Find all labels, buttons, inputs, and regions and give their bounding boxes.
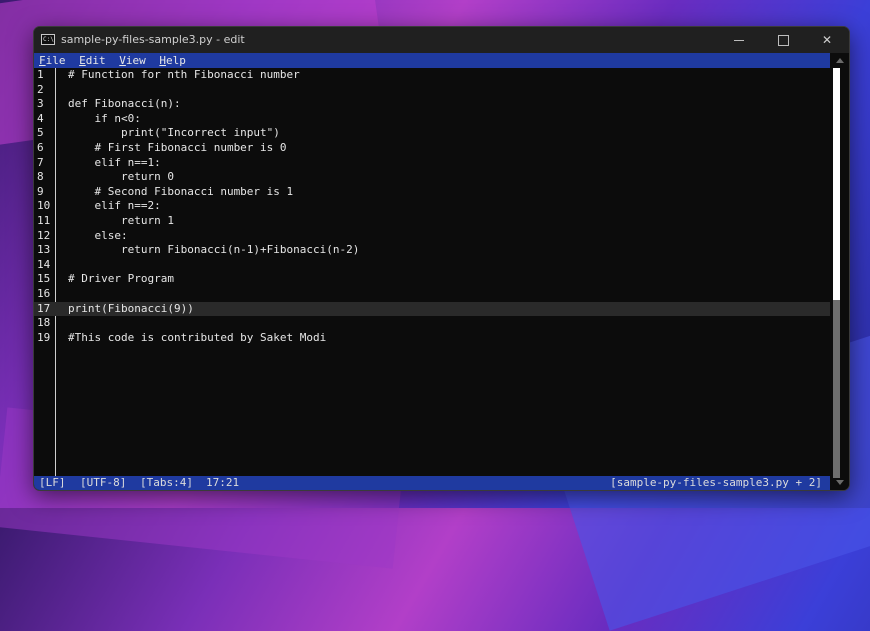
line-number: 5 (37, 126, 44, 140)
code-line[interactable]: 19 #This code is contributed by Saket Mod… (34, 331, 830, 345)
line-number: 16 (37, 287, 51, 300)
code-line[interactable]: 17 print(Fibonacci(9)) (34, 301, 830, 316)
line-text: #This code is contributed by Saket Modi (68, 330, 327, 344)
line-text: # Second Fibonacci number is 1 (68, 184, 294, 198)
line-number: 10 (37, 199, 51, 213)
menu-edit[interactable]: Edit (79, 53, 106, 68)
close-icon: ✕ (821, 33, 833, 47)
scrollbar-thumb[interactable] (833, 68, 840, 300)
code-line[interactable]: 5 print("Incorrect input") (34, 126, 830, 140)
encoding-status[interactable]: [UTF-8] (80, 476, 126, 490)
menu-bar: File Edit View Help (34, 53, 830, 68)
tabs-status[interactable]: [Tabs:4] (140, 476, 193, 490)
line-text: def Fibonacci(n): (68, 97, 181, 111)
code-line[interactable]: 4 if n<0: (34, 112, 830, 126)
scroll-up-icon[interactable] (836, 58, 844, 63)
line-number: 13 (37, 243, 51, 257)
line-number: 12 (37, 228, 51, 242)
line-text: elif n==2: (68, 199, 161, 213)
code-line[interactable]: 3 def Fibonacci(n): (34, 97, 830, 111)
code-line[interactable]: 15 # Driver Program (34, 272, 830, 286)
code-line[interactable]: 9 # Second Fibonacci number is 1 (34, 185, 830, 199)
line-text: elif n==1: (68, 155, 161, 169)
line-ending-status[interactable]: [LF] (39, 476, 66, 490)
open-files-status[interactable]: [sample-py-files-sample3.py + 2] (610, 476, 822, 490)
line-number: 9 (37, 184, 44, 198)
close-button[interactable]: ✕ (805, 27, 849, 53)
line-number: 11 (37, 214, 51, 227)
code-line[interactable]: 6 # First Fibonacci number is 0 (34, 141, 830, 155)
code-line[interactable]: 7 elif n==1: (34, 156, 830, 170)
code-line[interactable]: 14 (34, 258, 830, 272)
code-line[interactable]: 2 (34, 83, 830, 97)
menu-view[interactable]: View (119, 53, 146, 68)
code-line[interactable]: 8 return 0 (34, 170, 830, 184)
cursor-position: 17:21 (206, 476, 240, 489)
line-text: return Fibonacci(n-1)+Fibonacci(n-2) (68, 243, 360, 257)
code-line[interactable]: 13 return Fibonacci(n-1)+Fibonacci(n-2) (34, 243, 830, 257)
line-text: # Driver Program (68, 272, 174, 286)
line-text: return 1 (68, 214, 174, 227)
line-number: 8 (37, 170, 44, 184)
minimize-button[interactable] (717, 27, 761, 53)
code-line[interactable]: 16 (34, 287, 830, 301)
line-text: # First Fibonacci number is 0 (68, 141, 287, 154)
terminal-icon: C:\ (41, 34, 55, 45)
code-line[interactable]: 11 return 1 (34, 214, 830, 228)
code-line[interactable]: 1 # Function for nth Fibonacci number (34, 68, 830, 82)
code-line[interactable]: 10 elif n==2: (34, 199, 830, 213)
line-text: if n<0: (68, 111, 141, 125)
menu-help[interactable]: Help (159, 53, 186, 68)
line-number: 18 (37, 316, 51, 330)
line-number: 7 (37, 155, 44, 169)
vertical-scrollbar[interactable] (830, 53, 849, 490)
window-title: sample-py-files-sample3.py - edit (61, 33, 245, 46)
line-number: 17 (37, 301, 51, 315)
line-number: 19 (37, 330, 51, 344)
line-number: 3 (37, 97, 44, 111)
code-line[interactable]: 18 (34, 316, 830, 330)
line-number: 2 (37, 82, 44, 96)
code-line[interactable]: 12 else: (34, 229, 830, 243)
title-bar[interactable]: C:\ sample-py-files-sample3.py - edit ✕ (34, 27, 849, 53)
line-text: print("Incorrect input") (68, 126, 280, 140)
line-number: 15 (37, 272, 51, 286)
line-number: 6 (37, 141, 44, 154)
maximize-button[interactable] (761, 27, 805, 53)
scrollbar-track[interactable] (833, 68, 840, 478)
code-editor[interactable]: 1 # Function for nth Fibonacci number 2 3 de… (34, 68, 830, 476)
minimize-icon (734, 40, 744, 41)
line-number: 4 (37, 111, 44, 125)
scroll-down-icon[interactable] (836, 480, 844, 485)
line-number: 1 (37, 68, 44, 81)
line-number: 14 (37, 257, 51, 271)
line-text: else: (68, 228, 128, 242)
line-text: print(Fibonacci(9)) (68, 301, 194, 315)
maximize-icon (777, 35, 789, 46)
status-bar: [LF] [UTF-8] [Tabs:4] 17:21 [sample-py-f… (34, 476, 830, 490)
editor-window: C:\ sample-py-files-sample3.py - edit ✕ … (33, 26, 850, 491)
menu-file[interactable]: File (39, 53, 66, 68)
line-text: # Function for nth Fibonacci number (68, 68, 300, 81)
line-text: return 0 (68, 170, 174, 184)
